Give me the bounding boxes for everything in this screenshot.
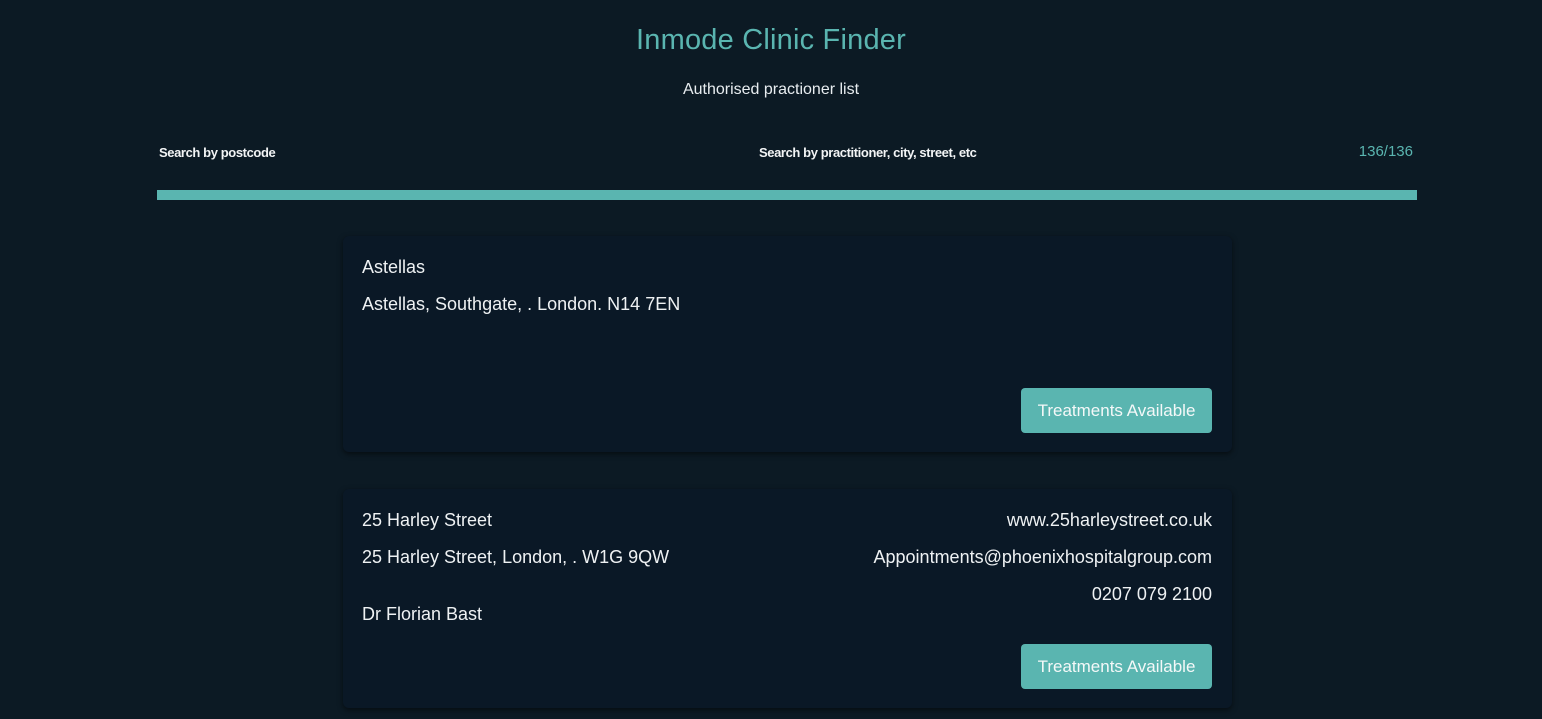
clinic-website-link[interactable]: www.25harleystreet.co.uk — [1007, 510, 1212, 531]
keyword-search-input[interactable] — [757, 142, 1179, 162]
postcode-search-input[interactable] — [157, 142, 519, 162]
clinic-address: 25 Harley Street, London, . W1G 9QW — [362, 547, 670, 567]
clinic-card: 25 Harley Street 25 Harley Street, Londo… — [343, 489, 1232, 708]
clinic-practitioner: Dr Florian Bast — [362, 604, 483, 624]
page-subtitle: Authorised practioner list — [682, 81, 860, 98]
clinic-card: Astellas Astellas, Southgate, . London. … — [343, 236, 1232, 452]
page-title: Inmode Clinic Finder — [636, 24, 906, 56]
treatments-available-button[interactable]: Treatments Available — [1021, 388, 1212, 433]
search-divider — [157, 190, 1417, 200]
clinic-name: 25 Harley Street — [362, 510, 493, 530]
clinic-finder-page: Inmode Clinic Finder Authorised praction… — [0, 0, 1542, 719]
results-count: 136/136 — [1358, 143, 1413, 160]
clinic-phone[interactable]: 0207 079 2100 — [1092, 584, 1212, 605]
search-bar: 136/136 — [157, 142, 1417, 162]
treatments-available-button[interactable]: Treatments Available — [1021, 644, 1212, 689]
clinic-address: Astellas, Southgate, . London. N14 7EN — [362, 294, 681, 314]
clinic-name: Astellas — [362, 257, 426, 277]
clinic-email-link[interactable]: Appointments@phoenixhospitalgroup.com — [874, 547, 1212, 568]
